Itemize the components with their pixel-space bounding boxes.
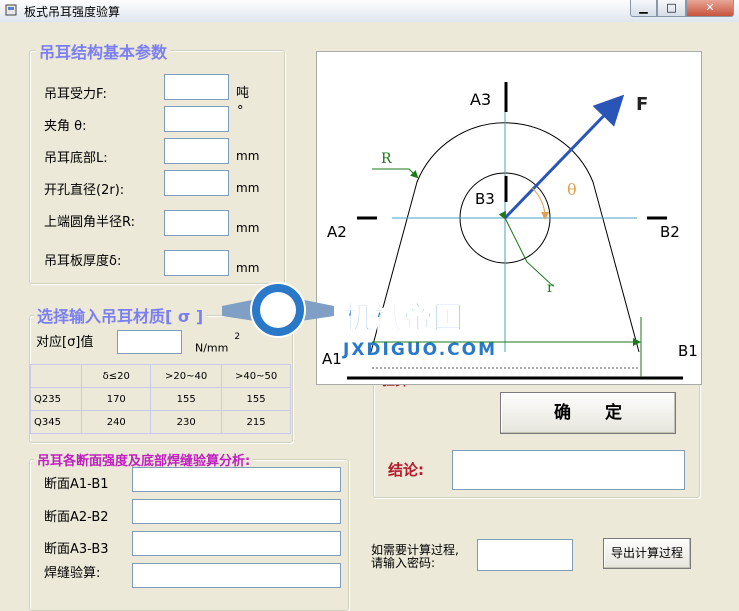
result-label: 结论: [388, 461, 424, 479]
table-row-name: Q235 [29, 387, 83, 411]
force-arrow [503, 94, 625, 220]
export-process-button[interactable]: 导出计算过程 [603, 538, 691, 569]
angle-unit: ° [237, 104, 244, 119]
lug-diagram: A3 B3 A2 B2 A1 B1 F R r θ JX 机械帝国 JXDIGU… [223, 51, 702, 385]
thickness-input[interactable] [164, 250, 229, 276]
table-header-cell: >40~50 [221, 364, 291, 388]
material-table: δ≤20 >20~40 >40~50 Q235 170 155 155 Q345… [29, 364, 291, 434]
table-row[interactable]: Q235 170 155 155 [29, 387, 291, 411]
password-prompt: 如需要计算过程, 请输入密码: [371, 543, 459, 570]
bottom-length-unit: mm [236, 149, 260, 163]
thickness-unit: mm [236, 261, 260, 275]
watermark-subtitle: JXDIGUO.COM [342, 340, 497, 360]
force-label: 吊耳受力F: [44, 87, 107, 102]
angle-input[interactable] [164, 106, 229, 132]
sigma-label: 对应[σ]值 [36, 335, 94, 350]
theta-arc [531, 187, 550, 220]
table-header-cell: >20~40 [150, 364, 223, 388]
r-upper-leader [372, 168, 419, 179]
top-radius-label: 上端圆角半径R: [44, 215, 136, 230]
table-row-name: Q345 [29, 410, 83, 434]
label-b3: B3 [475, 190, 495, 208]
bottom-length-input[interactable] [164, 138, 229, 164]
material-legend: 选择输入吊耳材质[ σ ] [34, 303, 207, 327]
angle-label: 夹角 θ: [44, 119, 87, 134]
section-a2b2-label: 断面A2-B2 [44, 510, 109, 525]
app-icon [5, 4, 17, 16]
table-cell: 215 [221, 410, 291, 434]
label-upper-radius: R [381, 151, 392, 167]
sigma-input[interactable] [117, 330, 182, 354]
table-header-row: δ≤20 >20~40 >40~50 [29, 364, 291, 388]
label-b1: B1 [678, 342, 698, 360]
label-b2: B2 [660, 223, 680, 241]
close-button[interactable]: ✕ [686, 0, 734, 17]
table-cell: 155 [221, 387, 291, 411]
maximize-button[interactable]: □ [657, 0, 686, 17]
weld-check-output[interactable] [132, 563, 341, 588]
password-input[interactable] [477, 539, 573, 571]
window-title: 板式吊耳强度验算 [24, 5, 121, 19]
hole-diameter-input[interactable] [164, 170, 229, 196]
section-a1b1-label: 断面A1-B1 [44, 477, 109, 492]
table-row[interactable]: Q345 240 230 215 [29, 410, 291, 434]
section-a3b3-output[interactable] [132, 531, 341, 556]
label-theta: θ [567, 180, 577, 199]
hole-diameter-label: 开孔直径(2r): [44, 183, 125, 198]
force-unit: 吨 [236, 86, 250, 101]
lug-diagram-svg: A3 B3 A2 B2 A1 B1 F R r θ JX 机械帝国 JXDIGU… [223, 82, 698, 380]
hole-diameter-unit: mm [236, 181, 260, 195]
table-cell: 240 [81, 410, 152, 434]
params-legend: 吊耳结构基本参数 [36, 39, 171, 63]
table-cell: 170 [81, 387, 152, 411]
top-radius-unit: mm [236, 221, 260, 235]
r-hole-leader [498, 210, 554, 287]
table-cell: 155 [150, 387, 223, 411]
thickness-label: 吊耳板厚度δ: [44, 254, 122, 269]
client-area: 吊耳结构基本参数 吊耳受力F: 吨 夹角 θ: ° 吊耳底部L: mm 开孔直径… [0, 22, 739, 611]
section-a2b2-output[interactable] [132, 499, 341, 524]
label-a3: A3 [470, 90, 491, 109]
section-a3b3-label: 断面A3-B3 [44, 542, 109, 557]
table-cell: 230 [150, 410, 223, 434]
force-input[interactable] [164, 74, 229, 100]
table-header-cell: δ≤20 [81, 364, 152, 388]
section-a1b1-output[interactable] [132, 467, 341, 492]
table-header-cell [29, 364, 83, 388]
weld-check-label: 焊缝验算: [44, 566, 101, 581]
confirm-button[interactable]: 确 定 [500, 392, 676, 434]
label-hole-radius: r [547, 280, 554, 296]
top-radius-input[interactable] [164, 210, 229, 236]
title-bar: 板式吊耳强度验算 ▁ □ ✕ [0, 0, 739, 23]
label-force: F [636, 94, 648, 115]
bottom-length-label: 吊耳底部L: [44, 151, 108, 166]
result-output[interactable] [452, 450, 685, 490]
label-a2: A2 [327, 223, 347, 241]
minimize-button[interactable]: ▁ [630, 0, 657, 17]
watermark-emblem [222, 282, 334, 338]
watermark-title: 机械帝国 [343, 301, 463, 336]
label-a1: A1 [322, 350, 342, 368]
